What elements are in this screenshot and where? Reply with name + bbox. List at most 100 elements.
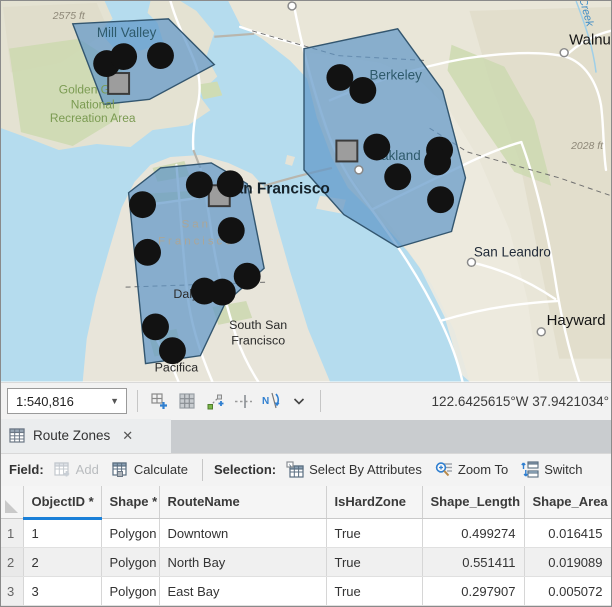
table-row: 33PolygonEast BayTrue0.2979070.005072 <box>1 577 611 606</box>
map-label: Hayward <box>547 312 606 329</box>
switch-selection-icon <box>521 461 539 478</box>
stop-point-marker[interactable] <box>209 279 236 306</box>
stop-point-marker[interactable] <box>234 263 261 290</box>
select-by-attributes-button[interactable]: Select By Attributes <box>283 459 425 480</box>
stop-point-marker[interactable] <box>218 217 245 244</box>
map-label: Walnut <box>569 32 611 49</box>
tab-title: Route Zones <box>33 428 110 443</box>
separator <box>202 459 203 481</box>
attribute-table-icon <box>9 428 25 443</box>
city-marker <box>355 166 363 174</box>
column-header[interactable]: IsHardZone <box>326 486 422 519</box>
stop-point-marker[interactable] <box>159 337 186 364</box>
table-row: 22PolygonNorth BayTrue0.5514110.019089 <box>1 548 611 577</box>
table-cell[interactable]: North Bay <box>159 548 326 577</box>
map-label: National <box>71 97 115 111</box>
stop-point-marker[interactable] <box>134 239 161 266</box>
map-label: Francisco <box>231 334 285 348</box>
column-header[interactable]: Shape * <box>101 486 159 519</box>
stop-point-marker[interactable] <box>384 163 411 190</box>
table-cell[interactable]: 0.297907 <box>422 577 524 606</box>
calculate-field-button[interactable]: Calculate <box>109 460 191 479</box>
map-label: South San <box>229 318 287 332</box>
attribute-table: ObjectID *Shape *RouteNameIsHardZoneShap… <box>1 486 611 607</box>
switch-selection-button[interactable]: Switch <box>518 459 585 480</box>
stop-point-marker[interactable] <box>349 77 376 104</box>
column-header[interactable]: Shape_Length <box>422 486 524 519</box>
city-marker <box>288 2 296 10</box>
stop-point-marker[interactable] <box>142 313 169 340</box>
table-cell[interactable]: 0.499274 <box>422 519 524 548</box>
table-cell[interactable]: 1 <box>23 519 101 548</box>
table-cell[interactable]: True <box>326 519 422 548</box>
add-field-icon <box>54 462 71 477</box>
stop-point-marker[interactable] <box>129 191 156 218</box>
row-number-cell[interactable]: 2 <box>1 548 23 577</box>
stop-point-marker[interactable] <box>424 149 451 176</box>
basemap: 2575 ftMill ValleyGolden GateNationalRec… <box>1 1 611 382</box>
north-rotate-icon[interactable]: N <box>260 390 282 412</box>
coordinates-readout: 122.6425615°W 37.9421034° <box>432 394 609 409</box>
map-view[interactable]: 2575 ftMill ValleyGolden GateNationalRec… <box>1 1 611 382</box>
new-map-grid-icon[interactable] <box>148 390 170 412</box>
tab-route-zones[interactable]: Route Zones ✕ <box>1 419 171 453</box>
separator <box>320 390 321 412</box>
field-group-label: Field: <box>9 462 44 477</box>
table-cell[interactable]: 0.016415 <box>524 519 611 548</box>
column-header[interactable]: ObjectID * <box>23 486 101 519</box>
snapping-icon[interactable] <box>232 390 254 412</box>
add-field-label: Add <box>76 462 99 477</box>
select-by-attributes-label: Select By Attributes <box>309 462 422 477</box>
table-cell[interactable]: Downtown <box>159 519 326 548</box>
selection-group-label: Selection: <box>214 462 276 477</box>
zoom-to-icon <box>435 461 453 478</box>
calculate-field-label: Calculate <box>134 462 188 477</box>
table-cell[interactable]: 3 <box>23 577 101 606</box>
map-scale-combobox[interactable]: 1:540,816 ▼ <box>7 388 127 414</box>
chevron-down-icon[interactable] <box>288 390 310 412</box>
zoom-to-button[interactable]: Zoom To <box>432 459 511 480</box>
switch-selection-label: Switch <box>544 462 582 477</box>
table-cell[interactable]: 0.005072 <box>524 577 611 606</box>
table-cell[interactable]: Polygon <box>101 519 159 548</box>
row-number-cell[interactable]: 1 <box>1 519 23 548</box>
table-cell[interactable]: True <box>326 548 422 577</box>
table-toolbar: Field: Add Calculate Se <box>1 454 611 486</box>
map-label: Mill Valley <box>97 25 157 40</box>
map-label: Recreation Area <box>50 111 136 125</box>
column-header[interactable]: RouteName <box>159 486 326 519</box>
calculate-field-icon <box>112 462 129 477</box>
select-all-corner[interactable] <box>1 486 23 519</box>
row-number-cell[interactable]: 3 <box>1 577 23 606</box>
table-cell[interactable]: 0.019089 <box>524 548 611 577</box>
map-scale-value: 1:540,816 <box>16 394 74 409</box>
stop-point-marker[interactable] <box>186 171 213 198</box>
map-label: Berkeley <box>370 68 423 83</box>
chevron-down-icon[interactable]: ▼ <box>103 396 126 406</box>
table-row: 11PolygonDowntownTrue0.4992740.016415 <box>1 519 611 548</box>
zoom-to-label: Zoom To <box>458 462 508 477</box>
stop-point-marker[interactable] <box>326 64 353 91</box>
table-cell[interactable]: Polygon <box>101 548 159 577</box>
facility-square-marker[interactable] <box>336 141 357 162</box>
close-icon[interactable]: ✕ <box>118 426 137 446</box>
map-statusbar: 1:540,816 ▼ <box>1 382 611 420</box>
table-cell[interactable]: 0.551411 <box>422 548 524 577</box>
stop-point-marker[interactable] <box>427 186 454 213</box>
stop-point-marker[interactable] <box>363 134 390 161</box>
table-cell[interactable]: Polygon <box>101 577 159 606</box>
stop-point-marker[interactable] <box>217 170 244 197</box>
table-cell[interactable]: 2 <box>23 548 101 577</box>
grid-icon[interactable] <box>176 390 198 412</box>
map-label: San <box>182 219 211 231</box>
table-cell[interactable]: East Bay <box>159 577 326 606</box>
stop-point-marker[interactable] <box>147 42 174 69</box>
table-cell[interactable]: True <box>326 577 422 606</box>
map-label: 2028 ft <box>570 141 604 152</box>
stop-point-marker[interactable] <box>110 43 137 70</box>
column-header[interactable]: Shape_Area <box>524 486 611 519</box>
city-marker <box>560 49 568 57</box>
add-field-button[interactable]: Add <box>51 460 102 479</box>
city-marker <box>467 258 475 266</box>
edit-vertices-icon[interactable] <box>204 390 226 412</box>
